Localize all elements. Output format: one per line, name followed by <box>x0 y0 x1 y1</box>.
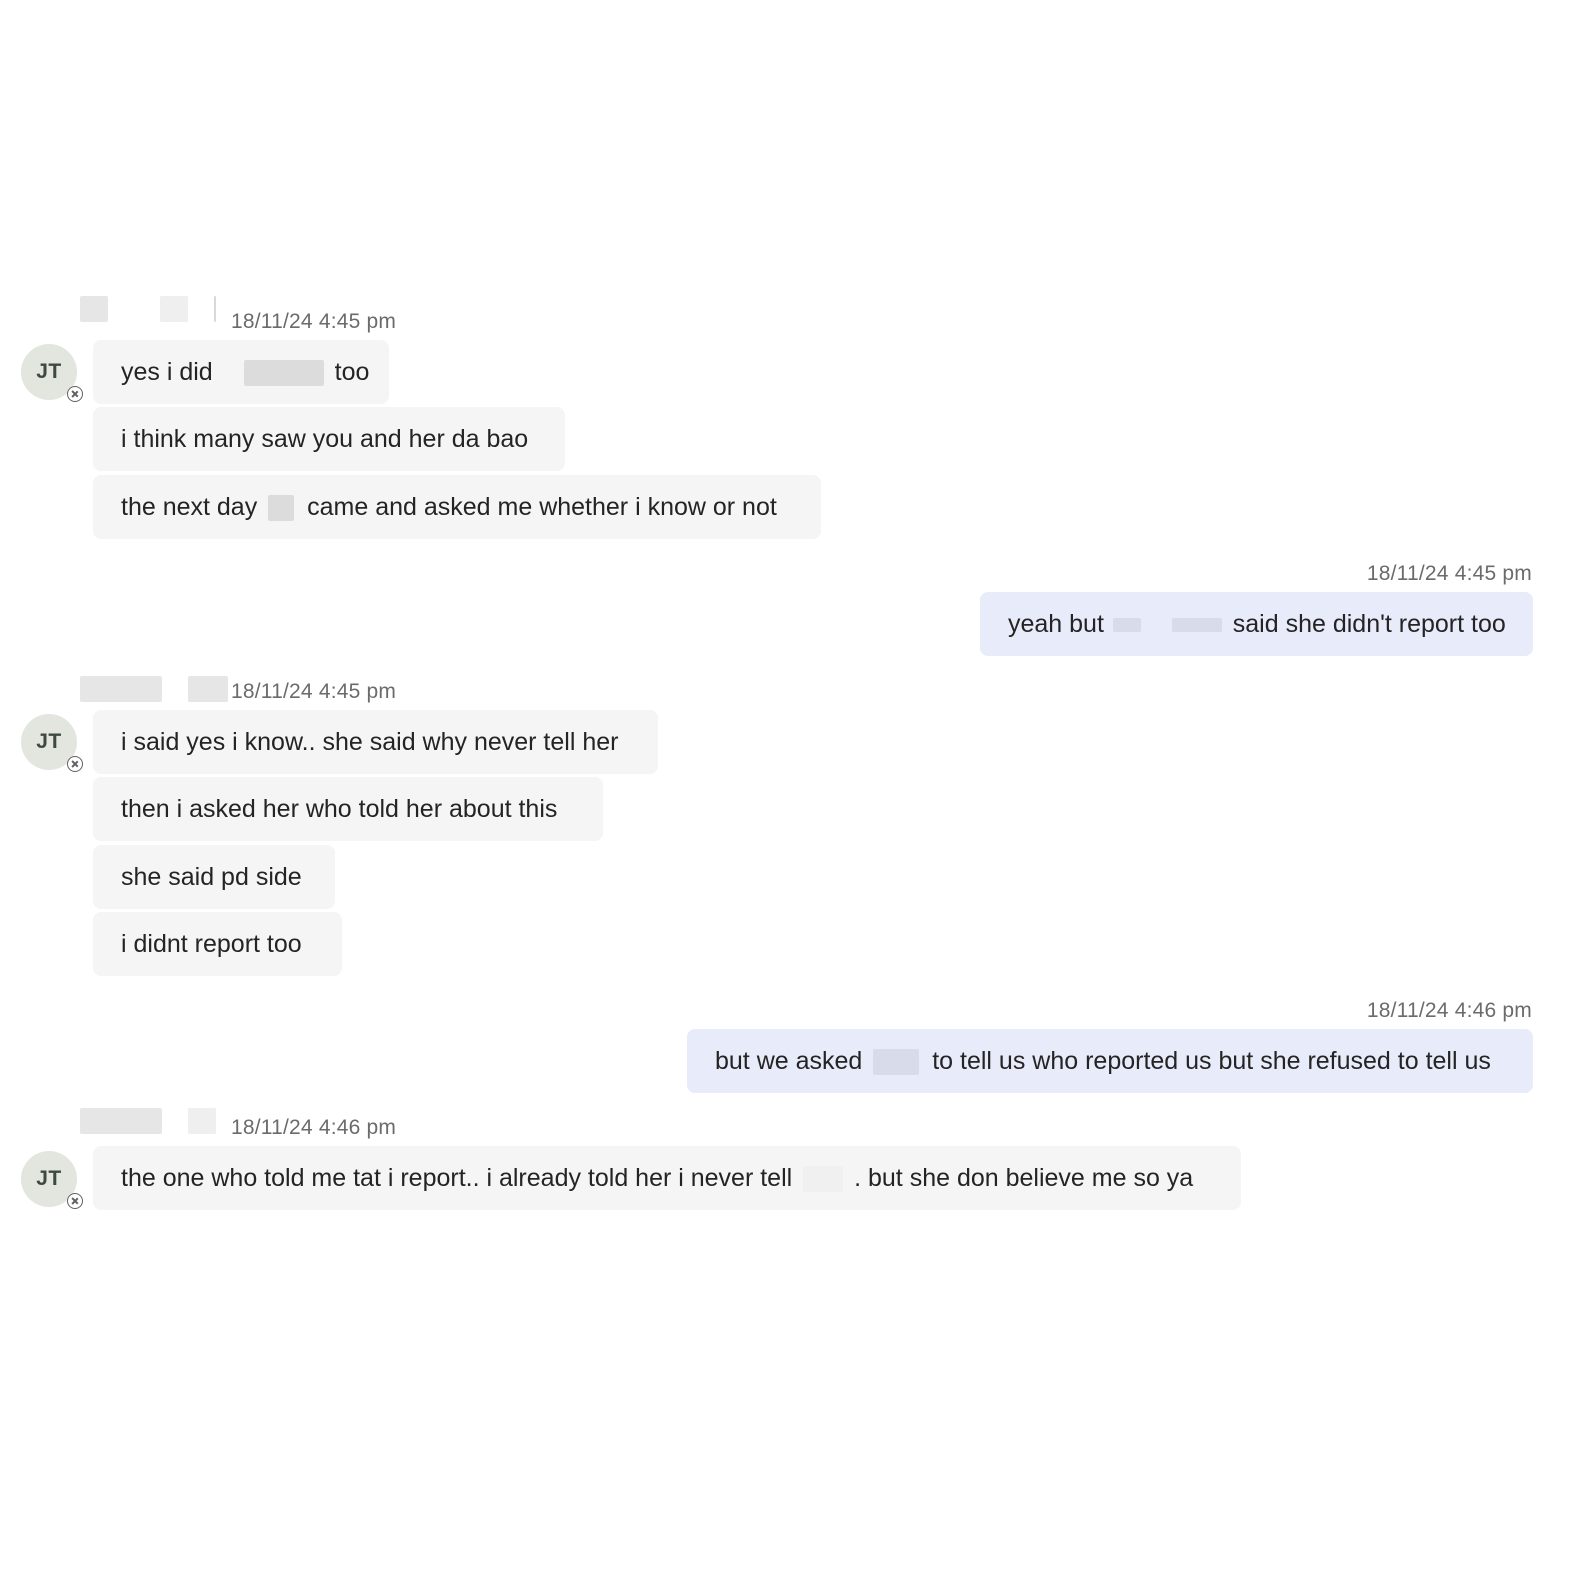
redacted-text <box>268 495 295 522</box>
message-text: came and asked me whether i know or not <box>307 493 777 521</box>
message-timestamp: 18/11/24 4:45 pm <box>231 680 397 703</box>
avatar-initials: JT <box>36 360 62 383</box>
message-text: she said pd side <box>121 863 302 891</box>
avatar-initials: JT <box>36 1167 62 1190</box>
message-text: . but she don believe me so ya <box>854 1164 1194 1192</box>
message-timestamp: 18/11/24 4:46 pm <box>231 1116 397 1139</box>
message-text: to tell us who reported us but she refus… <box>932 1047 1491 1075</box>
message-text: i didnt report too <box>121 930 302 958</box>
redacted-text <box>1112 618 1141 633</box>
redacted-text <box>243 360 324 387</box>
message-bubble[interactable]: the one who told me tat i report.. i alr… <box>93 1146 1241 1210</box>
redacted-text <box>873 1049 920 1076</box>
message-text: the one who told me tat i report.. i alr… <box>121 1164 793 1192</box>
message-bubble[interactable]: i didnt report too <box>93 912 342 976</box>
presence-status-icon <box>67 1193 83 1209</box>
message-bubble[interactable]: she said pd side <box>93 845 335 909</box>
message-bubble[interactable]: but we asked to tell us who reported us … <box>687 1029 1533 1093</box>
message-text: yeah but <box>1008 610 1104 638</box>
message-text: i think many saw you and her da bao <box>121 425 529 453</box>
avatar-initials: JT <box>36 730 62 753</box>
presence-status-icon <box>67 756 83 772</box>
message-bubble[interactable]: then i asked her who told her about this <box>93 777 603 841</box>
presence-status-icon <box>67 386 83 402</box>
chat-thread: 18/11/24 4:45 pm JT yes i did too i thin… <box>0 0 1574 1574</box>
message-timestamp: 18/11/24 4:46 pm <box>1366 999 1532 1022</box>
redacted-text <box>803 1166 844 1193</box>
message-bubble[interactable]: yes i did too <box>93 340 389 404</box>
avatar[interactable]: JT <box>21 1151 83 1209</box>
message-bubble[interactable]: the next day came and asked me whether i… <box>93 475 821 539</box>
message-text: yes i did <box>121 358 213 386</box>
message-timestamp: 18/11/24 4:45 pm <box>1366 562 1532 585</box>
message-text: but we asked <box>715 1047 863 1075</box>
message-timestamp: 18/11/24 4:45 pm <box>231 310 397 333</box>
message-text: then i asked her who told her about this <box>121 795 558 823</box>
message-text: the next day <box>121 493 258 521</box>
message-text: too <box>334 358 370 386</box>
message-text: said she didn't report too <box>1232 610 1506 638</box>
avatar[interactable]: JT <box>21 714 83 772</box>
message-bubble[interactable]: i think many saw you and her da bao <box>93 407 565 471</box>
message-bubble[interactable]: yeah but said she didn't report too <box>980 592 1533 656</box>
redacted-text <box>1171 618 1222 633</box>
avatar[interactable]: JT <box>21 344 83 402</box>
message-bubble[interactable]: i said yes i know.. she said why never t… <box>93 710 658 774</box>
message-text: i said yes i know.. she said why never t… <box>121 728 619 756</box>
